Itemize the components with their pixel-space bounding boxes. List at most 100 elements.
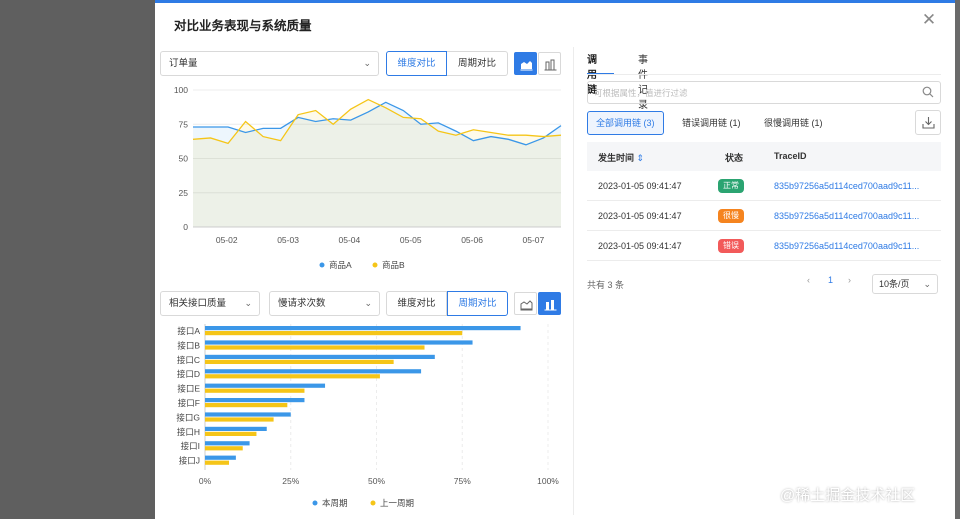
y-tick-label: 接口G <box>176 412 200 422</box>
x-tick-label: 05-05 <box>400 235 422 245</box>
interface-quality-select-value: 相关接口质量 <box>169 298 227 309</box>
x-tick-label: 75% <box>454 476 471 486</box>
legend-label: 商品A <box>329 260 352 270</box>
compare-modal: 对比业务表现与系统质量 ✕ 订单量 ⌄ 维度对比 周期对比 0 25 50 75 100… <box>155 0 955 519</box>
bar <box>205 354 435 359</box>
download-button[interactable] <box>915 110 941 135</box>
filter-all-traces[interactable]: 全部调用链 (3) <box>587 111 664 135</box>
table-row[interactable]: 2023-01-05 09:41:47 错误 835b97256a5d114ce… <box>587 231 941 261</box>
download-icon <box>922 117 935 129</box>
top-period-compare-button[interactable]: 周期对比 <box>447 51 508 76</box>
bottom-dimension-compare-button[interactable]: 维度对比 <box>386 291 447 316</box>
close-icon[interactable]: ✕ <box>921 11 937 28</box>
bar <box>205 426 267 431</box>
tab-event-log[interactable]: 事件记录 <box>638 51 648 111</box>
y-tick-label: 接口B <box>177 340 200 350</box>
trace-table: 发生时间 ⇕ 状态 TraceID 2023-01-05 09:41:47 正常… <box>587 142 941 261</box>
chevron-down-icon: ⌄ <box>364 298 372 308</box>
bar <box>205 345 425 350</box>
bottom-compare-toggle: 维度对比 周期对比 <box>386 291 508 316</box>
x-tick-label: 05-07 <box>523 235 545 245</box>
panel-divider <box>573 47 574 515</box>
area-chart-svg: 0 25 50 75 100 05-02 05-03 05-04 05-05 05-06 05-07… <box>174 85 562 270</box>
page-size-select[interactable]: 10条/页 ⌄ <box>872 274 938 294</box>
bottom-period-compare-button[interactable]: 周期对比 <box>447 291 508 316</box>
table-header: 发生时间 ⇕ 状态 TraceID <box>587 142 941 171</box>
bar <box>205 455 236 460</box>
watermark: @稀土掘金技术社区 <box>780 487 916 504</box>
metric-select-value: 订单量 <box>169 58 198 69</box>
bar <box>205 369 422 374</box>
overlay-backdrop-right[interactable] <box>955 0 960 519</box>
pagination-next[interactable]: › <box>848 275 851 285</box>
interface-quality-select[interactable]: 相关接口质量 ⌄ <box>160 291 260 316</box>
y-tick-label: 接口D <box>177 369 200 379</box>
metric-select[interactable]: 订单量 ⌄ <box>160 51 379 76</box>
legend-marker <box>372 262 378 268</box>
trace-search <box>587 81 941 104</box>
bar <box>205 374 380 379</box>
sort-icon[interactable]: ⇕ <box>637 153 645 163</box>
trace-search-input[interactable] <box>588 82 908 103</box>
y-tick-label: 接口A <box>177 326 200 336</box>
x-tick-label: 0% <box>199 476 212 486</box>
chevron-down-icon: ⌄ <box>923 279 931 289</box>
area-chart-icon[interactable] <box>514 292 537 315</box>
search-icon[interactable] <box>922 86 934 98</box>
trace-id-link[interactable]: 835b97256a5d114ced700aad9c11... <box>774 211 934 221</box>
bar-chart-icon[interactable] <box>538 52 561 75</box>
status-badge: 正常 <box>718 179 744 193</box>
bar <box>205 326 521 331</box>
slow-request-select[interactable]: 慢请求次数 ⌄ <box>269 291 380 316</box>
top-dimension-compare-button[interactable]: 维度对比 <box>386 51 447 76</box>
chevron-down-icon: ⌄ <box>244 298 252 308</box>
row-time: 2023-01-05 09:41:47 <box>598 241 682 251</box>
y-tick-label: 接口H <box>177 427 200 437</box>
trace-id-link[interactable]: 835b97256a5d114ced700aad9c11... <box>774 181 934 191</box>
pagination-total: 共有 3 条 <box>587 280 625 290</box>
table-row[interactable]: 2023-01-05 09:41:47 正常 835b97256a5d114ce… <box>587 171 941 201</box>
bar <box>205 412 291 417</box>
bar <box>205 331 463 336</box>
overlay-backdrop[interactable] <box>0 0 155 519</box>
tab-trace-chain[interactable]: 调用链 <box>587 51 614 96</box>
filter-error-traces[interactable]: 错误调用链 (1) <box>673 111 750 135</box>
pagination-page[interactable]: 1 <box>828 275 833 285</box>
x-tick-label: 05-03 <box>277 235 299 245</box>
trace-id-link[interactable]: 835b97256a5d114ced700aad9c11... <box>774 241 934 251</box>
bar <box>205 460 230 465</box>
legend-label: 上一周期 <box>380 498 414 508</box>
bar-chart-svg: 0% 25% 50% 75% 100% 接口A 接口B 接口C 接口D 接口E 接口F 接口G 接口H 接… <box>176 324 559 508</box>
legend-label: 商品B <box>382 260 405 270</box>
x-tick-label: 100% <box>537 476 559 486</box>
tabs-divider <box>587 74 941 75</box>
bar <box>205 441 250 446</box>
y-tick-label: 0 <box>183 222 188 232</box>
top-compare-toggle: 维度对比 周期对比 <box>386 51 508 76</box>
slow-request-select-value: 慢请求次数 <box>278 298 326 309</box>
x-tick-label: 05-04 <box>339 235 361 245</box>
page-size-value: 10条/页 <box>879 279 910 289</box>
filter-slow-traces[interactable]: 很慢调用链 (1) <box>755 111 832 135</box>
bar <box>205 446 243 451</box>
y-tick-label: 接口F <box>178 398 200 408</box>
y-tick-label: 接口I <box>181 441 200 451</box>
legend-marker <box>319 262 325 268</box>
bar <box>205 388 305 393</box>
table-row[interactable]: 2023-01-05 09:41:47 很慢 835b97256a5d114ce… <box>587 201 941 231</box>
top-area-chart: 0 25 50 75 100 05-02 05-03 05-04 05-05 05-06 05-07… <box>155 78 573 273</box>
x-tick-label: 05-02 <box>216 235 238 245</box>
area-chart-icon[interactable] <box>514 52 537 75</box>
legend-marker <box>370 500 376 506</box>
y-tick-label: 25 <box>179 188 189 198</box>
series-area <box>193 99 561 227</box>
bar <box>205 417 274 422</box>
pagination-prev[interactable]: ‹ <box>807 275 810 285</box>
bar <box>205 383 326 388</box>
x-tick-label: 50% <box>368 476 385 486</box>
header-traceid: TraceID <box>774 151 807 161</box>
y-tick-label: 50 <box>179 154 189 164</box>
status-badge: 很慢 <box>718 209 744 223</box>
header-time[interactable]: 发生时间 ⇕ <box>598 151 644 164</box>
bar-chart-icon[interactable] <box>538 292 561 315</box>
